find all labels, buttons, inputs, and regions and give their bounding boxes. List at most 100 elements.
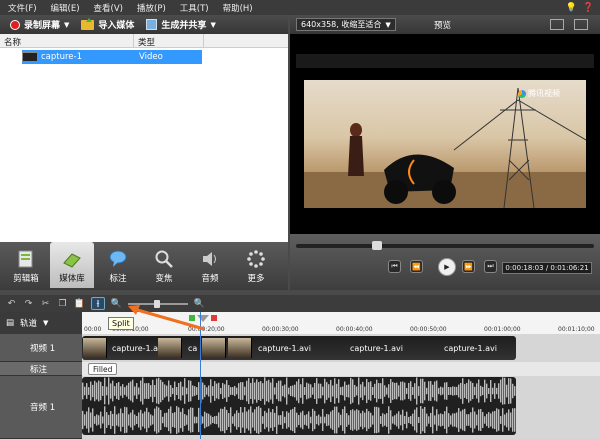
import-media-button[interactable]: 导入媒体 xyxy=(77,17,138,31)
cut-icon[interactable]: ✂ xyxy=(40,298,51,309)
clip-thumbnail xyxy=(228,338,252,358)
menu-bar: 文件(F) 编辑(E) 查看(V) 播放(P) 工具(T) 帮助(H) 💡 ❓ xyxy=(0,0,600,15)
tab-audio[interactable]: 音频 xyxy=(188,242,232,288)
timeline-toolbar: ↶ ↷ ✂ ❐ 📋 ⫲ 🔍 🔍 xyxy=(0,295,600,312)
callout-track-header[interactable]: 标注 xyxy=(0,362,82,376)
skip-back-icon[interactable]: ⏮ xyxy=(388,260,401,273)
watermark-text: 腾讯视频 xyxy=(528,89,560,98)
video-frame: 腾讯视频 xyxy=(304,80,586,208)
menu-edit[interactable]: 编辑(E) xyxy=(43,2,86,14)
chevron-down-icon: ▼ xyxy=(385,20,391,29)
scrub-bar[interactable] xyxy=(296,244,594,248)
redo-icon[interactable]: ↷ xyxy=(23,298,34,309)
zoom-icon xyxy=(155,250,173,268)
playback-controls: ⏮ ⏪ ▶ ⏩ ⏭ 0:00:18:03 / 0:01:06:21 xyxy=(290,234,600,290)
tab-callouts[interactable]: 标注 xyxy=(96,242,140,288)
bulb-icon[interactable]: 💡 xyxy=(566,3,577,13)
video-track-label: 视频 1 xyxy=(30,343,56,354)
chevron-down-icon: ▼ xyxy=(43,319,49,327)
column-type[interactable]: 类型 xyxy=(134,34,204,48)
fit-preview-button[interactable] xyxy=(550,19,564,30)
import-label: 导入媒体 xyxy=(98,21,135,31)
tab-more[interactable]: 更多 xyxy=(234,242,278,288)
zoom-out-icon[interactable]: 🔍 xyxy=(111,298,122,309)
media-item-name: capture-1 xyxy=(41,52,83,62)
tab-library[interactable]: 媒体库 xyxy=(50,242,94,288)
media-item[interactable]: capture-1 Video xyxy=(22,50,202,64)
audio-waveform xyxy=(82,377,516,434)
tracks-header[interactable]: ▤ 轨道 ▼ xyxy=(0,312,82,334)
record-label: 录制屏幕 xyxy=(24,21,61,31)
fast-forward-icon[interactable]: ⏩ xyxy=(462,260,475,273)
audio-clip[interactable] xyxy=(82,377,516,435)
callout-track-label: 标注 xyxy=(30,364,48,375)
menu-play[interactable]: 播放(P) xyxy=(129,2,172,14)
rewind-icon[interactable]: ⏪ xyxy=(410,260,423,273)
media-list: 名称 类型 capture-1 Video xyxy=(0,34,288,242)
video-scene xyxy=(304,87,586,208)
ruler-tick: 00:00 xyxy=(84,326,102,333)
column-name[interactable]: 名称 xyxy=(0,34,134,48)
tab-clip-bin[interactable]: 剪辑箱 xyxy=(4,242,48,288)
folder-icon xyxy=(81,17,95,30)
help-icon[interactable]: ❓ xyxy=(583,3,594,13)
video-track-header[interactable]: 视频 1 xyxy=(0,334,82,362)
preview-title: 预览 xyxy=(434,21,452,31)
media-item-type: Video xyxy=(139,52,163,62)
share-label: 生成并共享 xyxy=(161,21,207,31)
timeline-tracks: 视频 1 标注 音频 1 capture-1.avi ca capture-1.… xyxy=(0,334,600,439)
preview-header: 640x358, 收缩至适合 ▼ 预览 xyxy=(290,15,600,34)
clip-thumbnail xyxy=(202,338,226,358)
menu-help[interactable]: 帮助(H) xyxy=(215,2,259,14)
menu-file[interactable]: 文件(F) xyxy=(0,2,43,14)
record-icon xyxy=(10,19,20,30)
chevron-down-icon: ▼ xyxy=(64,20,70,29)
audio-track-header[interactable]: 音频 1 xyxy=(0,376,82,439)
split-button[interactable]: ⫲ xyxy=(91,297,105,310)
audio-track-label: 音频 1 xyxy=(30,403,56,413)
record-screen-button[interactable]: 录制屏幕 ▼ xyxy=(6,18,73,31)
tracks-label: 轨道 xyxy=(20,319,38,329)
clip-label: ca xyxy=(188,344,198,353)
tab-label: 音频 xyxy=(201,274,219,284)
clip-label: capture-1.avi xyxy=(350,344,403,353)
watermark-logo-icon xyxy=(518,89,526,98)
tab-label: 标注 xyxy=(109,274,127,284)
ruler-tick: 00:01:00;00 xyxy=(484,326,521,333)
preview-size-select[interactable]: 640x358, 收缩至适合 ▼ xyxy=(296,18,396,31)
timecode: 0:00:18:03 / 0:01:06:21 xyxy=(502,262,592,274)
ruler-tick: 00:00:40;00 xyxy=(336,326,373,333)
watermark: 腾讯视频 xyxy=(518,88,560,99)
video-clip[interactable]: capture-1.avi ca capture-1.avi capture-1… xyxy=(82,336,516,360)
video-thumbnail xyxy=(22,52,38,62)
ruler-tick: 00:01:10;00 xyxy=(558,326,595,333)
chevron-down-icon: ▼ xyxy=(210,20,216,29)
copy-icon[interactable]: ❐ xyxy=(57,298,68,309)
ruler-tick: 00:00:30;00 xyxy=(262,326,299,333)
clip-thumbnail xyxy=(83,338,107,358)
tracks-icon: ▤ xyxy=(6,318,15,328)
clipbin-icon xyxy=(18,250,33,268)
preview-canvas: 腾讯视频 xyxy=(290,34,600,234)
tab-label: 剪辑箱 xyxy=(13,274,39,284)
embedded-player-bar xyxy=(296,54,594,68)
skip-forward-icon[interactable]: ⏭ xyxy=(484,260,497,273)
menu-view[interactable]: 查看(V) xyxy=(86,2,129,14)
pointer-arrow xyxy=(128,305,205,331)
tab-label: 媒体库 xyxy=(59,274,85,284)
task-tabs: 剪辑箱 媒体库 标注 变焦 音频 更多 xyxy=(0,242,288,290)
split-tooltip: Split xyxy=(108,317,134,330)
undo-icon[interactable]: ↶ xyxy=(6,298,17,309)
tab-zoom[interactable]: 变焦 xyxy=(142,242,186,288)
callout-clip[interactable]: Filled xyxy=(88,363,118,375)
paste-icon[interactable]: 📋 xyxy=(74,298,85,309)
tab-label: 变焦 xyxy=(155,274,173,284)
play-icon[interactable]: ▶ xyxy=(438,258,456,276)
menu-tools[interactable]: 工具(T) xyxy=(172,2,215,14)
scrub-thumb[interactable] xyxy=(372,241,382,250)
fullscreen-button[interactable] xyxy=(574,19,588,30)
tab-label: 更多 xyxy=(247,274,265,284)
callout-track: Filled xyxy=(82,362,600,376)
produce-share-button[interactable]: 生成并共享 ▼ xyxy=(142,18,219,31)
ruler-tick: 00:00:50;00 xyxy=(410,326,447,333)
